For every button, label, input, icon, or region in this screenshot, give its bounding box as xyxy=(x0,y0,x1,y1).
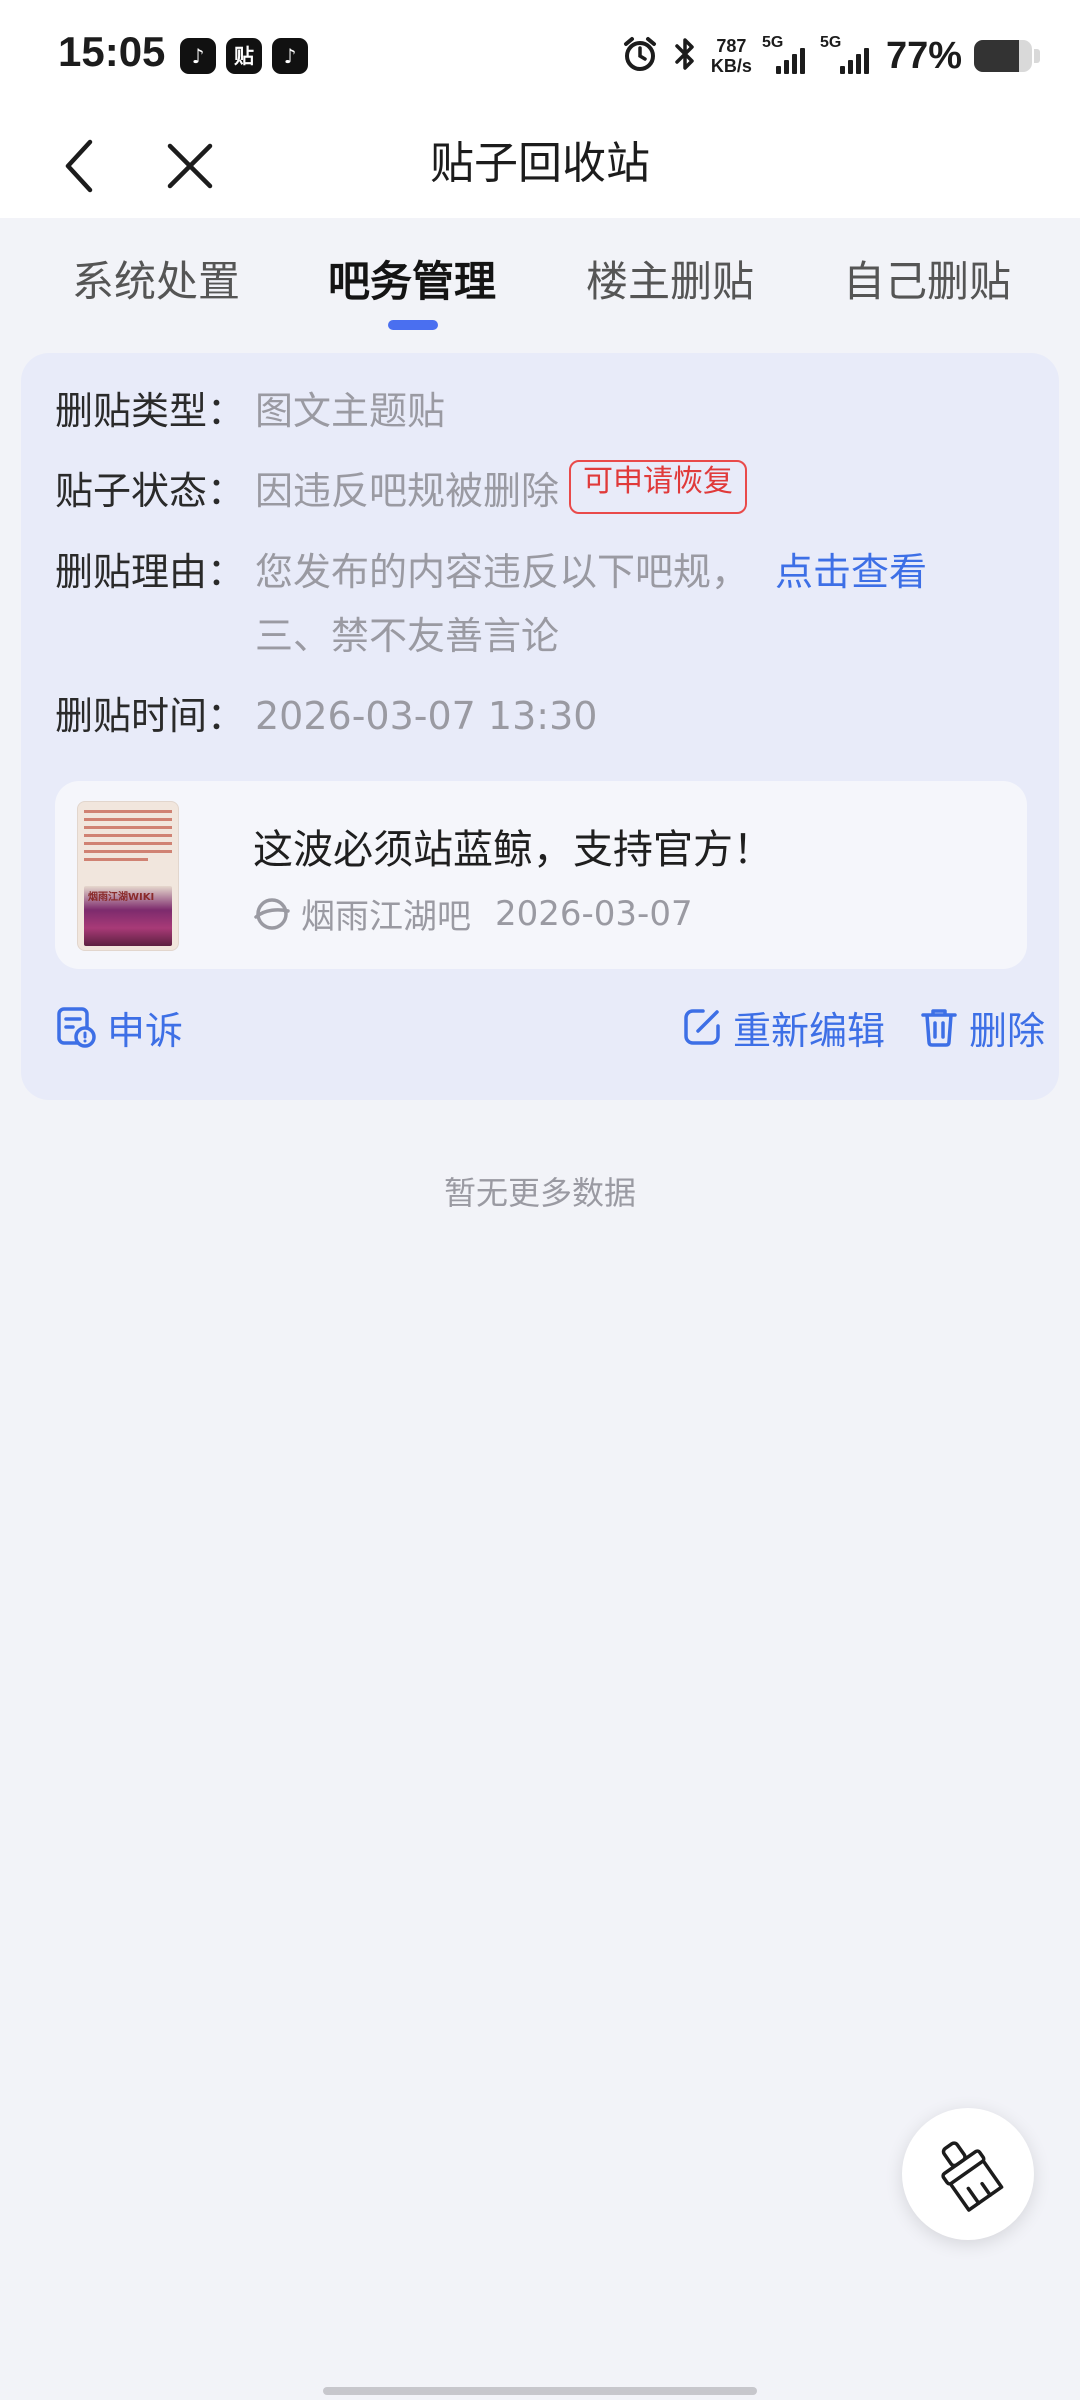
signal-icon: 5G xyxy=(820,34,874,74)
battery-percent: 77% xyxy=(885,34,962,77)
edit-icon xyxy=(684,1009,720,1045)
bluetooth-icon xyxy=(671,35,699,77)
reedit-button[interactable]: 重新编辑 xyxy=(681,997,885,1057)
post-status-value: 因违反吧规被删除 xyxy=(255,469,560,513)
network-speed-unit: KB/s xyxy=(710,56,752,76)
view-rules-link[interactable]: 点击查看 xyxy=(775,545,927,599)
tieba-icon: 贴 xyxy=(226,38,262,74)
post-title: 这波必须站蓝鲸，支持官方！ xyxy=(253,827,773,873)
appeal-icon xyxy=(57,1007,96,1048)
delete-label: 删除 xyxy=(969,1008,1046,1053)
delete-time-row: 删贴时间： 2026-03-07 13:30 xyxy=(55,689,597,743)
appeal-button[interactable]: 申诉 xyxy=(55,997,183,1057)
post-preview[interactable]: 烟雨江湖WIKI 这波必须站蓝鲸，支持官方！ 烟雨江湖吧 2026-03-07 xyxy=(55,781,1027,969)
delete-time-label: 删贴时间： xyxy=(55,694,246,738)
alarm-icon xyxy=(621,35,659,77)
battery-icon xyxy=(974,40,1032,72)
post-status-label: 贴子状态： xyxy=(55,469,246,513)
no-more-data-text: 暂无更多数据 xyxy=(443,1174,636,1212)
tab-bar: 系统处置 吧务管理 楼主删贴 自己删贴 xyxy=(0,218,1080,338)
tab-system[interactable]: 系统处置 xyxy=(72,248,240,309)
signal-type-label: 5G xyxy=(761,34,784,51)
tiktok-icon: ♪ xyxy=(272,38,308,74)
broom-icon xyxy=(941,2141,1004,2212)
post-forum-name: 烟雨江湖吧 xyxy=(301,897,471,937)
post-date: 2026-03-07 xyxy=(495,893,693,934)
trash-icon xyxy=(921,1009,957,1047)
tab-bawu[interactable]: 吧务管理 xyxy=(328,248,496,309)
status-bar: 15:05 ♪ 贴 ♪ 787 KB/s 5G 5G 77% xyxy=(0,0,1080,110)
deleted-post-card: 删贴类型： 图文主题贴 贴子状态： 因违反吧规被删除 可申请恢复 删贴理由： 您… xyxy=(21,353,1059,1100)
delete-reason-label: 删贴理由： xyxy=(55,550,246,594)
tab-self-deleted[interactable]: 自己删贴 xyxy=(843,248,1011,309)
status-time: 15:05 xyxy=(58,28,166,75)
network-speed: 787 KB/s xyxy=(711,36,752,76)
battery-cap xyxy=(1034,49,1040,63)
nav-bar: 贴子回收站 xyxy=(0,110,1080,218)
delete-type-value: 图文主题贴 xyxy=(255,389,446,433)
card-actions: 申诉 重新编辑 删除 xyxy=(55,997,1045,1057)
delete-type-label: 删贴类型： xyxy=(55,389,246,433)
delete-type-row: 删贴类型： 图文主题贴 xyxy=(55,384,445,438)
network-speed-value: 787 xyxy=(716,36,747,56)
signal-type-label: 5G xyxy=(819,34,842,51)
delete-button[interactable]: 删除 xyxy=(919,997,1045,1057)
delete-reason-value: 您发布的内容违反以下吧规， xyxy=(255,550,750,594)
delete-reason-row: 删贴理由： 您发布的内容违反以下吧规， 点击查看 xyxy=(55,545,927,599)
home-indicator[interactable] xyxy=(323,2387,757,2395)
active-tab-indicator xyxy=(388,320,438,330)
page-title: 贴子回收站 xyxy=(430,138,650,189)
post-status-row: 贴子状态： 因违反吧规被删除 可申请恢复 xyxy=(55,460,748,518)
appeal-label: 申诉 xyxy=(107,1008,184,1053)
tiktok-icon: ♪ xyxy=(180,38,216,74)
delete-reason-detail: 三、禁不友善言论 xyxy=(255,614,560,658)
status-indicators: 787 KB/s 5G 5G 77% xyxy=(621,28,1040,84)
tab-owner-deleted[interactable]: 楼主删贴 xyxy=(586,248,754,309)
signal-icon: 5G xyxy=(762,34,810,74)
delete-reason-detail-row: 三、禁不友善言论 xyxy=(255,609,559,663)
post-thumbnail: 烟雨江湖WIKI xyxy=(77,801,179,951)
restore-available-badge: 可申请恢复 xyxy=(569,460,748,514)
reedit-label: 重新编辑 xyxy=(733,1008,886,1053)
post-meta: 烟雨江湖吧 2026-03-07 xyxy=(253,889,693,938)
clean-fab-button[interactable] xyxy=(902,2108,1034,2240)
forum-icon xyxy=(254,897,290,930)
thumbnail-caption: 烟雨江湖WIKI xyxy=(88,892,155,903)
delete-time-value: 2026-03-07 13:30 xyxy=(255,694,598,738)
